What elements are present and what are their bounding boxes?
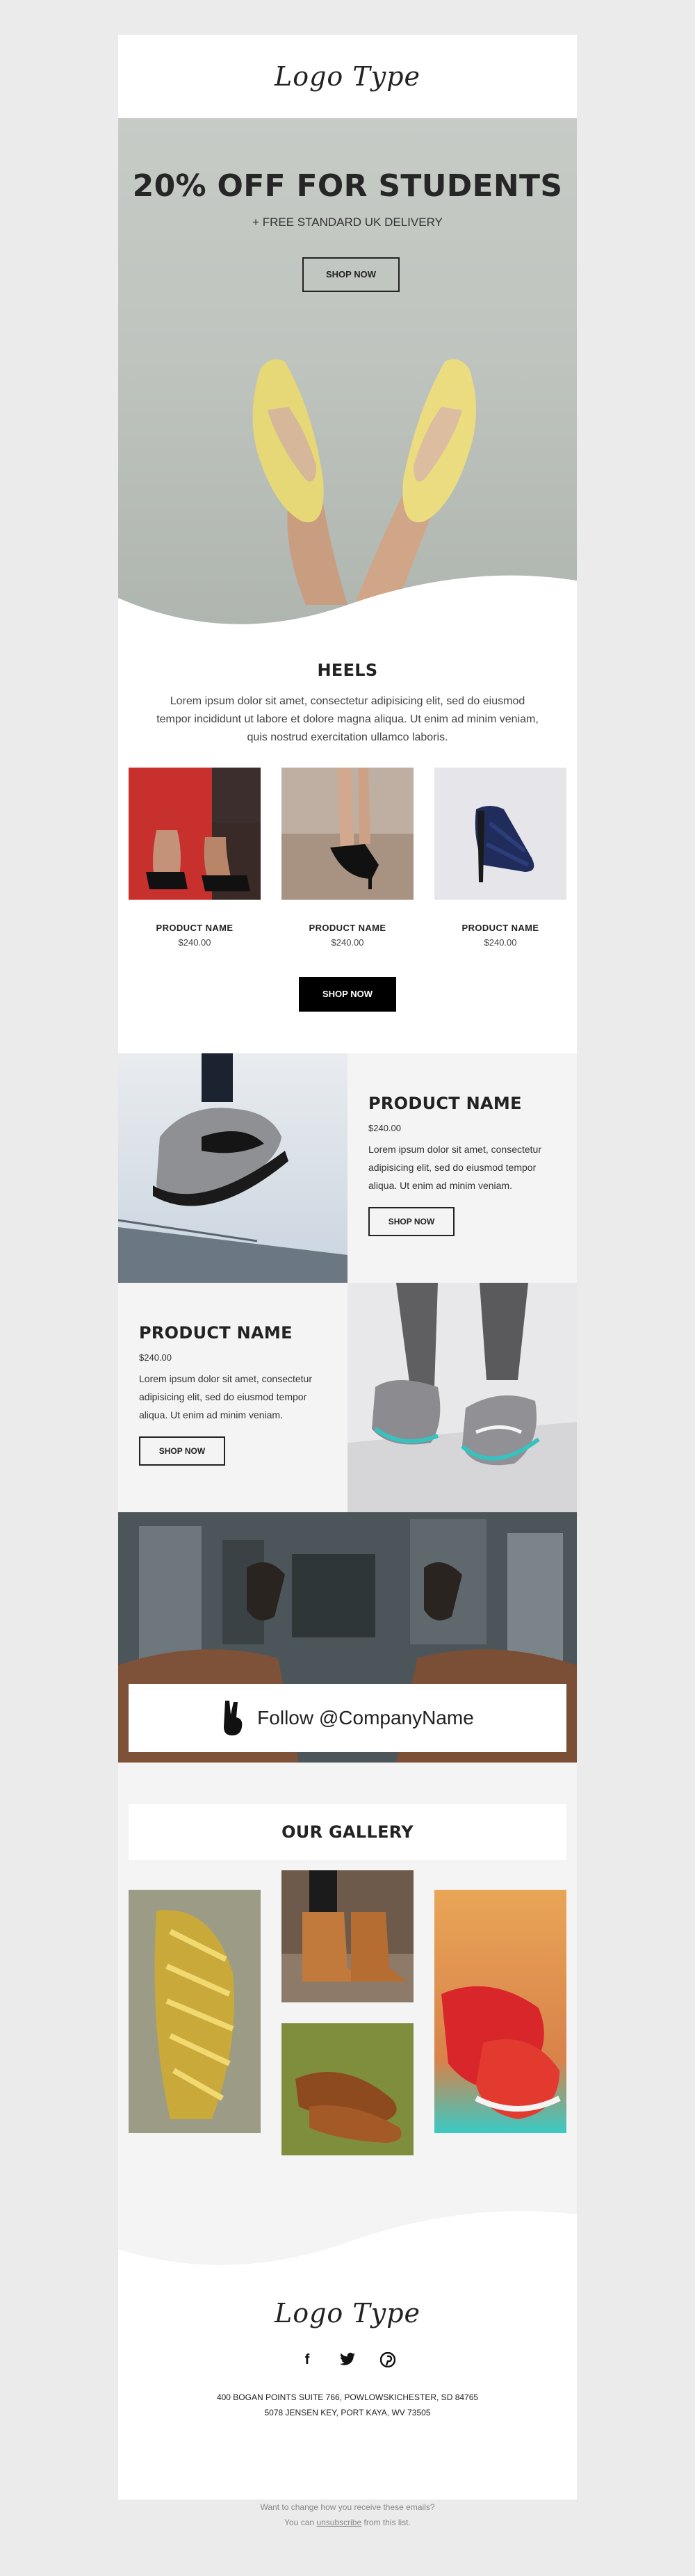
footer: Logo Type f 400 BOGAN POINTS SUITE 766, …	[118, 2208, 577, 2500]
peace-hand-icon	[224, 1701, 243, 1735]
product-name: PRODUCT NAME	[309, 923, 386, 933]
feature-title: PRODUCT NAME	[368, 1094, 522, 1113]
follow-section: Follow @CompanyName	[118, 1512, 577, 1763]
unsubscribe-prefix: You can	[284, 2518, 315, 2527]
product-grid: PRODUCT NAME $240.00 PRODUCT NAME $240.0…	[118, 768, 577, 948]
feature-price: $240.00	[139, 1352, 172, 1363]
sneakers-standing-image	[348, 1283, 577, 1512]
footer-logo[interactable]: Logo Type	[275, 2298, 420, 2328]
feature-text: PRODUCT NAME $240.00 Lorem ipsum dolor s…	[348, 1053, 577, 1283]
gallery-title: OUR GALLERY	[129, 1804, 566, 1860]
gallery-image-gold-heels[interactable]	[129, 1890, 261, 2133]
change-preferences-text: Want to change how you receive these ema…	[260, 2502, 435, 2512]
gallery-image-brown-boots[interactable]	[281, 1870, 414, 2002]
product-card[interactable]: PRODUCT NAME $240.00	[434, 768, 566, 948]
heels-section: HEELS Lorem ipsum dolor sit amet, consec…	[118, 640, 577, 1053]
product-card[interactable]: PRODUCT NAME $240.00	[129, 768, 261, 948]
pinterest-icon[interactable]	[379, 2351, 396, 2368]
feature-row: PRODUCT NAME $240.00 Lorem ipsum dolor s…	[118, 1053, 577, 1283]
unsubscribe-line: You can unsubscribe from this list.	[0, 2515, 695, 2530]
product-price: $240.00	[484, 937, 517, 948]
address-line-2: 5078 JENSEN KEY, PORT KAYA, WV 73505	[264, 2408, 431, 2417]
unsubscribe-suffix: from this list.	[363, 2518, 411, 2527]
logo[interactable]: Logo Type	[275, 61, 420, 92]
footer-address: 400 BOGAN POINTS SUITE 766, POWLOWSKICHE…	[118, 2390, 577, 2420]
product-name: PRODUCT NAME	[461, 923, 539, 933]
footer-logo-wrap: Logo Type	[118, 2298, 577, 2328]
gallery-section: OUR GALLERY	[118, 1763, 577, 2208]
feature-shop-now-button[interactable]: SHOP NOW	[368, 1207, 455, 1236]
footer-wave	[118, 2208, 577, 2265]
follow-button[interactable]: Follow @CompanyName	[129, 1684, 566, 1752]
address-line-1: 400 BOGAN POINTS SUITE 766, POWLOWSKICHE…	[216, 2392, 479, 2402]
unsubscribe-link[interactable]: unsubscribe	[316, 2518, 361, 2527]
hero-banner: 20% OFF FOR STUDENTS + FREE STANDARD UK …	[118, 118, 577, 640]
product-price: $240.00	[331, 937, 364, 948]
hero-shop-now-button[interactable]: SHOP NOW	[302, 257, 400, 292]
hero-subtitle: + FREE STANDARD UK DELIVERY	[252, 216, 443, 229]
product-image	[129, 768, 261, 900]
feature-shop-now-button[interactable]: SHOP NOW	[139, 1436, 225, 1466]
product-image	[281, 768, 414, 900]
feature-row: PRODUCT NAME $240.00 Lorem ipsum dolor s…	[118, 1283, 577, 1512]
twitter-icon[interactable]	[340, 2352, 355, 2367]
heels-description: Lorem ipsum dolor sit amet, consectetur …	[156, 695, 539, 743]
facebook-icon[interactable]: f	[300, 2352, 315, 2367]
feature-price: $240.00	[368, 1123, 401, 1133]
feature-text: PRODUCT NAME $240.00 Lorem ipsum dolor s…	[118, 1283, 348, 1512]
heels-shop-now-button[interactable]: SHOP NOW	[299, 977, 396, 1012]
social-links: f	[118, 2351, 577, 2368]
product-name: PRODUCT NAME	[156, 923, 234, 933]
heels-title: HEELS	[317, 661, 378, 680]
feature-description: Lorem ipsum dolor sit amet, consectetur …	[139, 1373, 312, 1420]
header: Logo Type	[118, 35, 577, 118]
product-card[interactable]: PRODUCT NAME $240.00	[281, 768, 414, 948]
gallery-image-brown-shoes[interactable]	[281, 2023, 414, 2155]
follow-text: Follow @CompanyName	[257, 1707, 474, 1728]
sneaker-jump-image	[118, 1053, 348, 1283]
product-price: $240.00	[178, 937, 211, 948]
feature-description: Lorem ipsum dolor sit amet, consectetur …	[368, 1144, 541, 1191]
gallery-image-red-sneakers[interactable]	[434, 1890, 566, 2133]
email-container: Logo Type 20% OFF FOR STUDENTS + FREE ST…	[118, 35, 577, 2500]
hero-title: 20% OFF FOR STUDENTS	[132, 168, 563, 204]
feature-title: PRODUCT NAME	[139, 1323, 293, 1343]
product-image	[434, 768, 566, 900]
unsubscribe-note: Want to change how you receive these ema…	[0, 2500, 695, 2530]
